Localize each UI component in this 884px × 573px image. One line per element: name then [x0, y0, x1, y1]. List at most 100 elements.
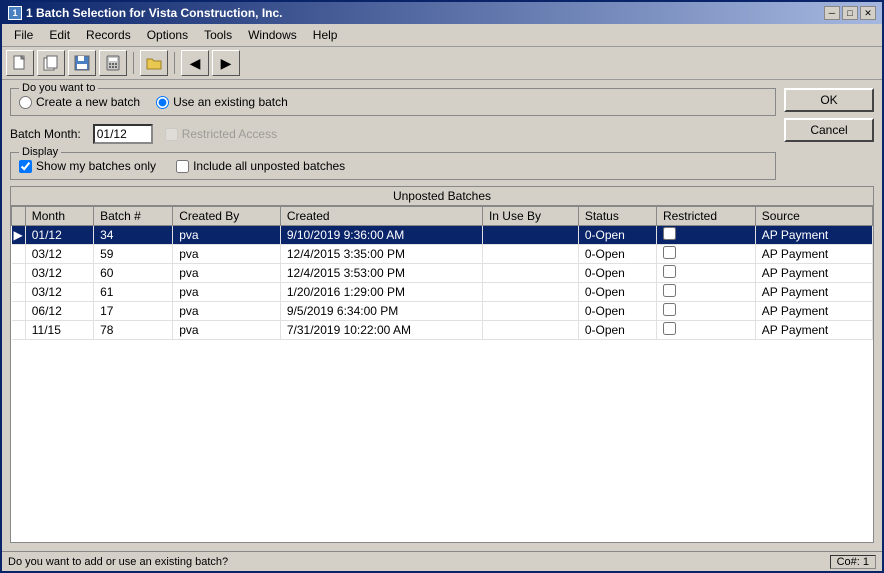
table-cell	[656, 264, 755, 283]
menu-file[interactable]: File	[6, 26, 41, 44]
table-section: Unposted Batches Month Batch # Created B…	[10, 186, 874, 543]
table-cell: AP Payment	[755, 283, 872, 302]
create-batch-radio[interactable]	[19, 96, 32, 109]
batch-month-label: Batch Month:	[10, 127, 81, 141]
table-row[interactable]: 03/1261pva1/20/2016 1:29:00 PM0-OpenAP P…	[12, 283, 873, 302]
use-existing-radio-label[interactable]: Use an existing batch	[156, 95, 288, 109]
title-bar-buttons: ─ □ ✕	[824, 6, 876, 20]
table-cell	[656, 226, 755, 245]
table-cell	[482, 321, 578, 340]
maximize-button[interactable]: □	[842, 6, 858, 20]
restricted-access-text: Restricted Access	[182, 127, 277, 141]
restricted-checkbox[interactable]	[663, 227, 676, 240]
menu-tools[interactable]: Tools	[196, 26, 240, 44]
create-batch-radio-label[interactable]: Create a new batch	[19, 95, 140, 109]
show-my-batches-checkbox[interactable]	[19, 160, 32, 173]
table-header-row: Month Batch # Created By Created In Use …	[12, 207, 873, 226]
menu-windows[interactable]: Windows	[240, 26, 305, 44]
batch-month-row: Batch Month: Restricted Access	[10, 122, 776, 146]
table-cell	[482, 226, 578, 245]
table-cell: 7/31/2019 10:22:00 AM	[280, 321, 482, 340]
menu-records[interactable]: Records	[78, 26, 139, 44]
restricted-access-checkbox	[165, 128, 178, 141]
table-row[interactable]: 03/1260pva12/4/2015 3:53:00 PM0-OpenAP P…	[12, 264, 873, 283]
display-group: Display Show my batches only Include all…	[10, 152, 776, 180]
col-indicator	[12, 207, 26, 226]
restricted-checkbox[interactable]	[663, 265, 676, 278]
table-cell: 0-Open	[578, 264, 656, 283]
table-cell: 1/20/2016 1:29:00 PM	[280, 283, 482, 302]
toolbar-folder-button[interactable]	[140, 50, 168, 76]
table-body: ▶01/1234pva9/10/2019 9:36:00 AM0-OpenAP …	[12, 226, 873, 340]
restricted-checkbox[interactable]	[663, 303, 676, 316]
status-bar: Do you want to add or use an existing ba…	[2, 551, 882, 571]
toolbar-calc-button[interactable]	[99, 50, 127, 76]
include-all-checkbox[interactable]	[176, 160, 189, 173]
table-cell: pva	[173, 245, 281, 264]
table-cell: 0-Open	[578, 283, 656, 302]
table-row[interactable]: ▶01/1234pva9/10/2019 9:36:00 AM0-OpenAP …	[12, 226, 873, 245]
restricted-access-label: Restricted Access	[165, 127, 277, 141]
table-row[interactable]: 06/1217pva9/5/2019 6:34:00 PM0-OpenAP Pa…	[12, 302, 873, 321]
batch-month-input[interactable]	[93, 124, 153, 144]
title-bar-left: 1 1 Batch Selection for Vista Constructi…	[8, 6, 283, 20]
table-cell	[12, 283, 26, 302]
table-wrapper[interactable]: Month Batch # Created By Created In Use …	[11, 206, 873, 542]
menu-edit[interactable]: Edit	[41, 26, 78, 44]
table-cell: 12/4/2015 3:35:00 PM	[280, 245, 482, 264]
table-row[interactable]: 03/1259pva12/4/2015 3:35:00 PM0-OpenAP P…	[12, 245, 873, 264]
table-cell	[656, 302, 755, 321]
table-cell: 34	[94, 226, 173, 245]
toolbar-copy-button[interactable]	[37, 50, 65, 76]
col-status: Status	[578, 207, 656, 226]
cancel-button[interactable]: Cancel	[784, 118, 874, 142]
close-button[interactable]: ✕	[860, 6, 876, 20]
table-cell: AP Payment	[755, 245, 872, 264]
col-in-use-by: In Use By	[482, 207, 578, 226]
minimize-button[interactable]: ─	[824, 6, 840, 20]
table-cell: 0-Open	[578, 226, 656, 245]
table-cell	[482, 302, 578, 321]
menu-help[interactable]: Help	[305, 26, 346, 44]
table-cell: pva	[173, 321, 281, 340]
show-my-batches-label[interactable]: Show my batches only	[19, 159, 156, 173]
table-cell	[12, 321, 26, 340]
restricted-checkbox[interactable]	[663, 284, 676, 297]
table-cell	[12, 245, 26, 264]
toolbar-save-button[interactable]	[68, 50, 96, 76]
include-all-label[interactable]: Include all unposted batches	[176, 159, 345, 173]
restricted-checkbox[interactable]	[663, 246, 676, 259]
toolbar-new-button[interactable]	[6, 50, 34, 76]
window-icon: 1	[8, 6, 22, 20]
group-box-title: Do you want to	[19, 82, 98, 94]
right-section: OK Cancel	[784, 88, 874, 142]
toolbar-back-button[interactable]: ◀	[181, 50, 209, 76]
table-row[interactable]: 11/1578pva7/31/2019 10:22:00 AM0-OpenAP …	[12, 321, 873, 340]
menu-bar: File Edit Records Options Tools Windows …	[2, 24, 882, 47]
status-message: Do you want to add or use an existing ba…	[8, 556, 228, 568]
restricted-checkbox[interactable]	[663, 322, 676, 335]
table-cell: 0-Open	[578, 321, 656, 340]
table-cell: AP Payment	[755, 264, 872, 283]
title-bar: 1 1 Batch Selection for Vista Constructi…	[2, 2, 882, 24]
table-cell	[12, 264, 26, 283]
table-cell: 11/15	[25, 321, 93, 340]
ok-button[interactable]: OK	[784, 88, 874, 112]
status-right: Co#: 1	[830, 555, 876, 569]
table-cell: AP Payment	[755, 226, 872, 245]
use-existing-radio[interactable]	[156, 96, 169, 109]
table-cell: pva	[173, 302, 281, 321]
table-cell	[482, 264, 578, 283]
table-cell: 01/12	[25, 226, 93, 245]
left-section: Do you want to Create a new batch Use an…	[10, 88, 776, 180]
table-cell: 03/12	[25, 264, 93, 283]
table-cell: ▶	[12, 226, 26, 245]
menu-options[interactable]: Options	[139, 26, 196, 44]
toolbar-forward-button[interactable]: ▶	[212, 50, 240, 76]
table-cell: 06/12	[25, 302, 93, 321]
toolbar-separator2	[174, 52, 175, 74]
batches-table: Month Batch # Created By Created In Use …	[11, 206, 873, 340]
toolbar: ◀ ▶	[2, 47, 882, 80]
table-cell	[482, 283, 578, 302]
col-month: Month	[25, 207, 93, 226]
